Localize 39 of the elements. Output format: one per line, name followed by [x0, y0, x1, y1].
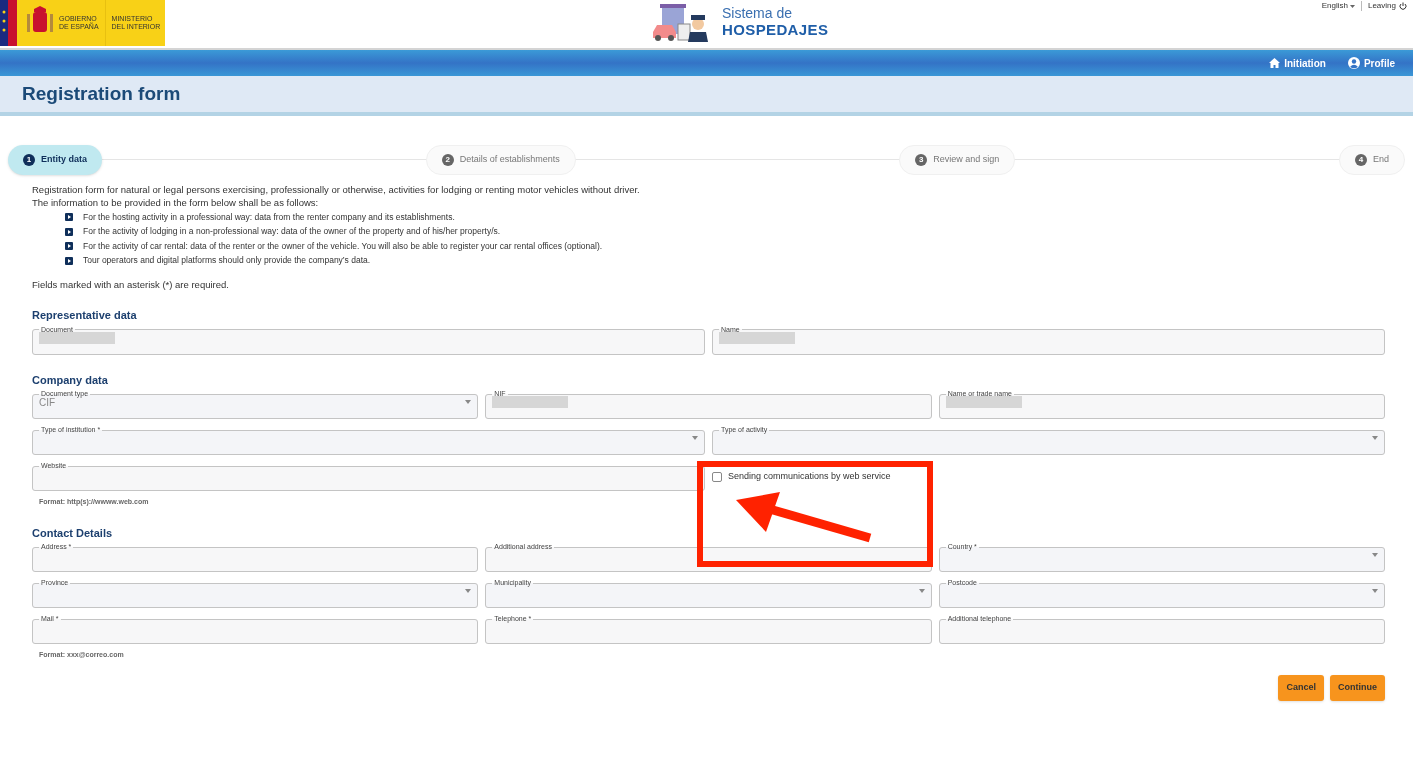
nav-link[interactable]: Profile: [1347, 55, 1395, 71]
list-item-text: For the activity of car rental: data of the renter or the owner of the vehicle. You will also be able to register your car rental offices (optional).: [83, 239, 603, 253]
section-heading: Representative data: [32, 308, 138, 323]
step-tab[interactable]: 3 Review and sign: [899, 145, 1016, 175]
bullet-icon: [65, 256, 73, 265]
caret-icon: [465, 400, 472, 404]
cancel-button[interactable]: Cancel: [1278, 674, 1324, 701]
power-icon: [1399, 2, 1407, 10]
bullet-icon: [65, 242, 73, 251]
caret-icon: [692, 436, 698, 440]
user-icon: [1347, 57, 1360, 69]
required-note: Fields marked with an asterisk (*) are required.: [32, 278, 230, 291]
list-item-text: Tour operators and digital platforms should only provide the company’s data.: [83, 254, 371, 268]
step-tab[interactable]: 4 End: [1339, 145, 1405, 175]
app-name: HOSPEDAJES: [722, 21, 829, 39]
logout-link[interactable]: Leaving: [1367, 0, 1407, 12]
caret-icon: [1372, 436, 1378, 440]
nav-link[interactable]: Initiation: [1269, 55, 1326, 71]
intro-text: Registration form for natural or legal persons exercising, professionally or otherwise, activities for lodging or renting motor vehicles without driver.: [32, 183, 641, 196]
caret-icon: [1372, 589, 1378, 593]
app-name: Sistema de: [722, 5, 794, 21]
caret-icon: [1349, 4, 1355, 8]
continue-button[interactable]: Continue: [1330, 674, 1385, 701]
bullet-icon: [65, 227, 73, 236]
web-service-checkbox[interactable]: Sending communications by web service: [712, 470, 1385, 484]
page-title: Registration form: [22, 81, 181, 106]
list-item-text: For the hosting activity in a professional way: data from the renter company and its establishments.: [83, 210, 455, 224]
step-tab[interactable]: 2 Details of establishments: [425, 145, 576, 175]
language-selector[interactable]: English: [1321, 0, 1355, 12]
home-icon: [1269, 58, 1281, 68]
bullet-icon: [65, 213, 73, 222]
list-item-text: For the activity of lodging in a non-professional way: data of the owner of the property and of his/her property/s.: [83, 225, 501, 239]
caret-icon: [918, 589, 925, 593]
intro-text: The information to be provided in the form below shall be as follows:: [32, 196, 320, 209]
caret-icon: [1372, 553, 1378, 557]
step-tab[interactable]: 1 Entity data: [8, 145, 102, 175]
caret-icon: [465, 589, 472, 593]
section-heading: Contact Details: [32, 525, 114, 541]
section-heading: Company data: [32, 372, 109, 388]
